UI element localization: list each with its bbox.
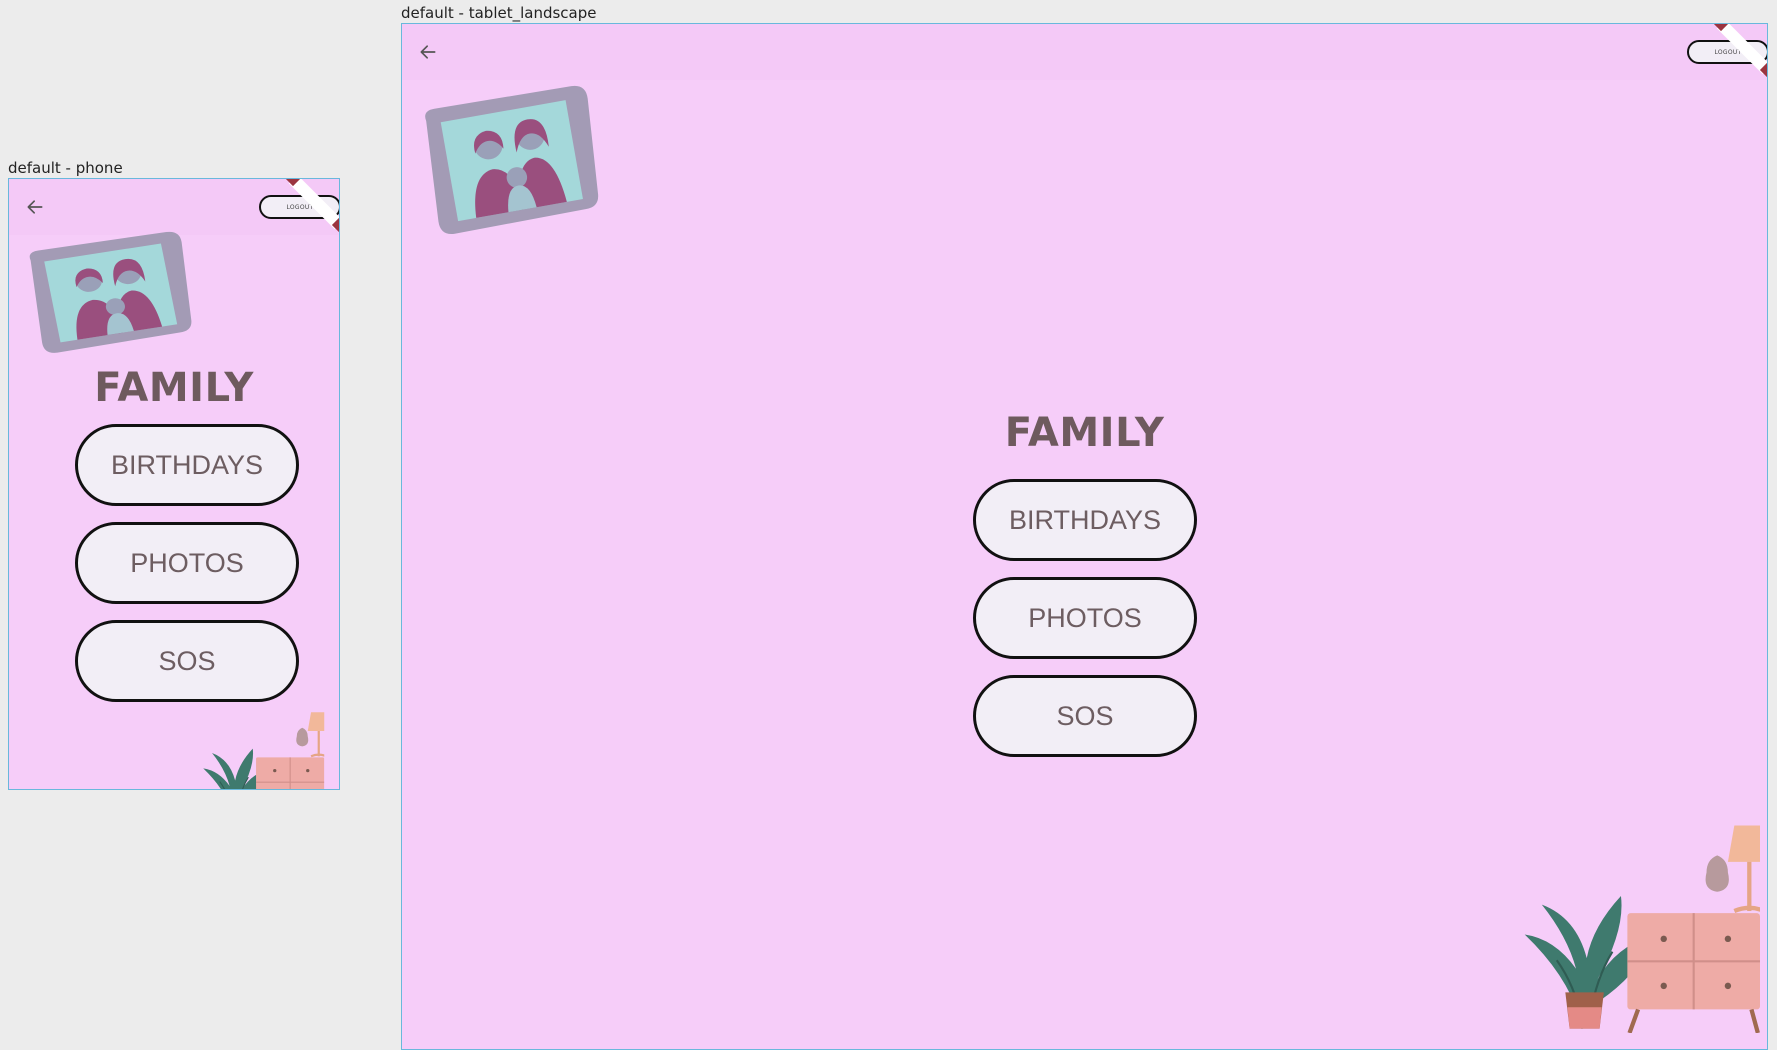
tablet-device-label: default - tablet_landscape xyxy=(401,4,597,22)
back-button[interactable] xyxy=(21,193,49,221)
sos-button[interactable]: SOS xyxy=(973,675,1197,757)
app-bar: LOGOUT xyxy=(402,24,1767,80)
arrow-left-icon xyxy=(25,197,45,217)
page-title: FAMILY xyxy=(1004,410,1165,456)
family-photo-frame xyxy=(418,80,602,244)
phone-device-frame: default - phone LOGOUT FAMILY BIRTHDAYS … xyxy=(8,159,340,790)
birthdays-button[interactable]: BIRTHDAYS xyxy=(75,424,299,506)
logout-button[interactable]: LOGOUT xyxy=(259,195,339,219)
arrow-left-icon xyxy=(418,42,438,62)
page-title: FAMILY xyxy=(94,365,254,411)
tablet-device-frame: default - tablet_landscape LOGOUT FAMILY… xyxy=(401,4,1768,1050)
sos-button[interactable]: SOS xyxy=(75,620,299,702)
logout-button[interactable]: LOGOUT xyxy=(1687,40,1767,64)
photos-button[interactable]: PHOTOS xyxy=(973,577,1197,659)
family-photo-frame xyxy=(23,227,195,361)
photos-button[interactable]: PHOTOS xyxy=(75,522,299,604)
birthdays-button[interactable]: BIRTHDAYS xyxy=(973,479,1197,561)
plant-dresser-decoration xyxy=(1514,814,1760,1038)
tablet-screen: LOGOUT FAMILY BIRTHDAYS PHOTOS SOS xyxy=(401,23,1768,1050)
plant-dresser-decoration xyxy=(141,709,340,790)
back-button[interactable] xyxy=(414,38,442,66)
phone-device-label: default - phone xyxy=(8,159,123,177)
phone-screen: LOGOUT FAMILY BIRTHDAYS PHOTOS SOS xyxy=(8,178,340,790)
